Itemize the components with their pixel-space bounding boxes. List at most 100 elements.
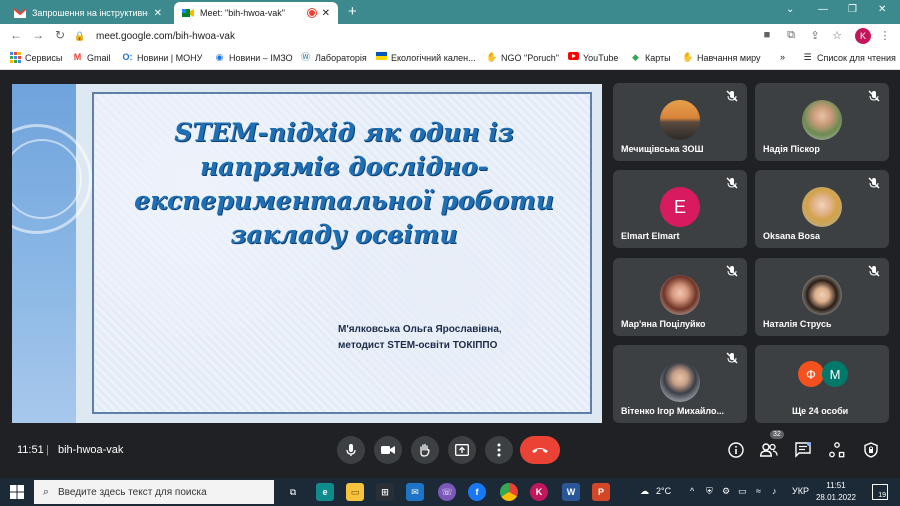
taskbar-search-box[interactable]: ⌕ Введите здесь текст для поиска <box>34 480 274 504</box>
participant-tile[interactable]: Мечищівська ЗОШ <box>613 83 747 161</box>
star-icon[interactable]: ☆ <box>830 29 844 42</box>
people-button[interactable] <box>760 441 778 459</box>
activities-button[interactable] <box>828 441 846 459</box>
file-explorer-icon[interactable]: ▭ <box>346 483 364 501</box>
bookmark-label: YouTube <box>583 52 619 63</box>
store-icon[interactable]: ⊞ <box>376 483 394 501</box>
end-call-button[interactable] <box>520 436 560 464</box>
meeting-time: 11:51 <box>17 444 44 456</box>
others-count-label: Ще 24 особи <box>792 406 849 416</box>
participant-tile[interactable]: Надія Піскор <box>755 83 889 161</box>
tab-invitation[interactable]: Запрошення на інструктивно-м ✕ <box>6 2 170 24</box>
bookmark-poruch[interactable]: ✋ NGO "Poruch" <box>486 52 559 63</box>
camera-icon[interactable]: ■ <box>760 29 774 41</box>
microphone-button[interactable] <box>337 436 365 464</box>
mic-off-icon <box>726 265 738 277</box>
close-tab-icon[interactable]: ✕ <box>154 8 162 19</box>
close-window-icon[interactable]: ✕ <box>878 4 886 15</box>
tray-expand-icon[interactable]: ^ <box>690 486 694 496</box>
bookmark-peace-education[interactable]: ✋ Навчання миру <box>682 52 761 63</box>
close-tab-icon[interactable]: ✕ <box>322 8 330 19</box>
translate-icon[interactable]: ⧉ <box>784 29 798 42</box>
screen: Запрошення на інструктивно-м ✕ Meet: "bi… <box>0 0 900 506</box>
forward-icon[interactable]: → <box>30 28 46 42</box>
minimize-icon[interactable]: — <box>818 4 828 15</box>
shield-lock-icon <box>864 442 878 458</box>
share-icon[interactable]: ⇪ <box>808 29 822 42</box>
participant-tile[interactable]: Мар'яна Поцілуйко <box>613 258 747 336</box>
participant-tile[interactable]: Наталія Струсь <box>755 258 889 336</box>
meeting-details-button[interactable] <box>727 441 745 459</box>
new-tab-button[interactable]: + <box>348 3 357 21</box>
powerpoint-icon[interactable]: P <box>592 483 610 501</box>
menu-kebab-icon[interactable]: ⋮ <box>878 29 892 42</box>
present-screen-button[interactable] <box>448 436 476 464</box>
windows-start-icon[interactable] <box>8 483 26 501</box>
raise-hand-button[interactable] <box>411 436 439 464</box>
viber-icon[interactable]: ☏ <box>438 483 456 501</box>
bookmark-label: Екологічний кален... <box>391 52 476 63</box>
tab-title: Meet: "bih-hwoa-vak" <box>200 8 285 18</box>
bookmark-label: Gmail <box>87 52 111 63</box>
weather-temperature[interactable]: 2°C <box>656 486 671 496</box>
participant-tile[interactable]: Вітенко Ігор Михайло... <box>613 345 747 423</box>
volume-icon[interactable]: ♪ <box>772 486 777 496</box>
chat-button[interactable] <box>794 441 812 459</box>
host-controls-button[interactable] <box>862 441 880 459</box>
restore-icon[interactable]: ❐ <box>848 4 857 15</box>
edge-icon[interactable]: e <box>316 483 334 501</box>
bookmark-imzo[interactable]: ◉ Новини – ІМЗО <box>214 52 293 63</box>
defender-icon[interactable]: ⛨ <box>706 486 713 497</box>
reading-list-label: Список для чтения <box>817 52 896 63</box>
bookmarks-more-button[interactable]: » <box>780 52 785 62</box>
participant-name: Oksana Bosa <box>763 231 821 241</box>
profile-avatar[interactable]: K <box>855 28 871 44</box>
battery-icon[interactable]: ▭ <box>738 486 747 497</box>
participant-name: Наталія Струсь <box>763 319 832 329</box>
address-bar[interactable]: 🔒 meet.google.com/bih-hwoa-vak <box>74 27 724 45</box>
more-options-button[interactable] <box>485 436 513 464</box>
word-icon[interactable]: W <box>562 483 580 501</box>
camera-button[interactable] <box>374 436 402 464</box>
bookmark-services[interactable]: Сервисы <box>10 52 62 63</box>
settings-tray-icon[interactable]: ⚙ <box>722 486 730 497</box>
bookmark-gmail[interactable]: M Gmail <box>72 52 111 63</box>
slide-title: STEM-підхід як один із напрямів дослідно… <box>134 118 554 249</box>
others-tile[interactable]: Ф M Ще 24 особи <box>755 345 889 423</box>
bookmark-mon[interactable]: O: Новини | МОНУ <box>122 52 203 63</box>
participant-avatar <box>802 187 842 227</box>
slide-frame: STEM-підхід як один із напрямів дослідно… <box>92 92 592 414</box>
chrome-profile-icon[interactable]: K <box>530 483 548 501</box>
hand-icon: ✋ <box>486 52 498 62</box>
facebook-icon[interactable]: f <box>468 483 486 501</box>
bookmark-label: Навчання миру <box>697 52 761 63</box>
bookmark-laboratory[interactable]: Ⓦ Лабораторія <box>300 52 367 63</box>
reload-icon[interactable]: ↻ <box>52 28 68 42</box>
clock-time: 11:51 <box>826 481 846 490</box>
tab-search-icon[interactable]: ⌄ <box>786 4 794 15</box>
wifi-icon[interactable]: ≈ <box>756 486 761 496</box>
bookmark-maps[interactable]: ◆ Карты <box>630 52 671 63</box>
present-icon <box>455 444 469 456</box>
bookmark-label: Лабораторія <box>315 52 367 63</box>
notifications-button[interactable]: 19 <box>872 484 888 500</box>
clock[interactable]: 11:51 28.01.2022 <box>814 480 858 504</box>
participant-tile[interactable]: Oksana Bosa <box>755 170 889 248</box>
reading-list-button[interactable]: ☰ Список для чтения <box>802 52 896 63</box>
presentation-slide[interactable]: STEM-підхід як один із напрямів дослідно… <box>12 84 602 423</box>
hand-icon: ✋ <box>682 52 694 62</box>
other-participant-avatar: M <box>822 361 848 387</box>
task-view-icon[interactable]: ⧉ <box>284 483 302 501</box>
language-indicator[interactable]: УКР <box>792 486 809 496</box>
meeting-code: bih-hwoa-vak <box>58 444 124 456</box>
mail-icon[interactable]: ✉ <box>406 483 424 501</box>
bookmark-youtube[interactable]: YouTube <box>568 52 618 63</box>
participant-name: Elmart Elmart <box>621 231 680 241</box>
chrome-icon[interactable] <box>500 483 518 501</box>
participant-avatar <box>802 100 842 140</box>
back-icon[interactable]: ← <box>8 28 24 42</box>
bookmark-eco-calendar[interactable]: Екологічний кален... <box>376 52 476 63</box>
mic-off-icon <box>726 177 738 189</box>
tab-meet[interactable]: Meet: "bih-hwoa-vak" ✕ <box>174 2 338 24</box>
participant-tile[interactable]: E Elmart Elmart <box>613 170 747 248</box>
